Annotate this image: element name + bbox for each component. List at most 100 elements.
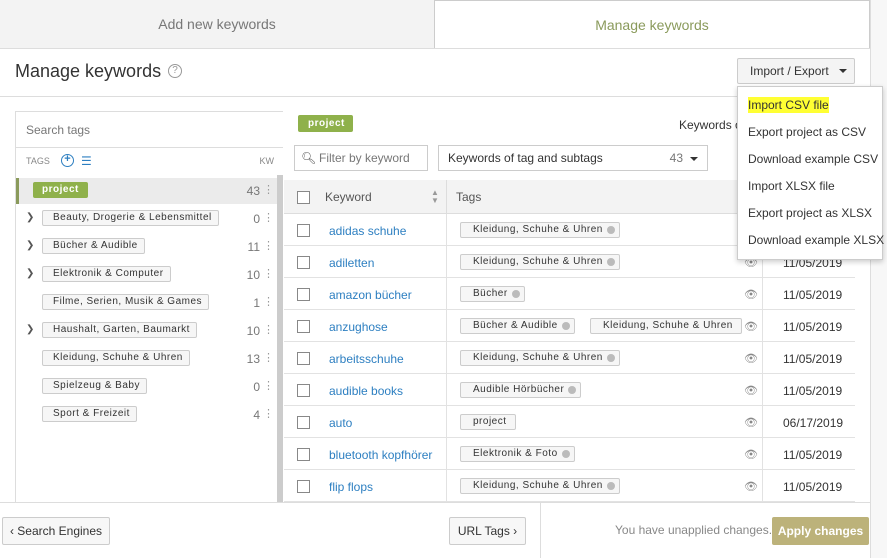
tab-manage-keywords[interactable]: Manage keywords [435, 0, 870, 48]
tab-add-keywords[interactable]: Add new keywords [0, 0, 435, 48]
keyword-link[interactable]: audible books [329, 384, 403, 398]
row-checkbox[interactable] [297, 288, 310, 301]
filter-keyword-input[interactable]: 🔍︎ Filter by keyword [294, 145, 428, 171]
sort-icon[interactable]: ▲ ▼ [431, 189, 439, 205]
eye-icon[interactable]: 👁︎ [744, 352, 758, 365]
keyword-date: 11/05/2019 [783, 480, 843, 494]
menu-item-download-example-xlsx[interactable]: Download example XLSX [738, 227, 884, 254]
menu-item-export-xlsx[interactable]: Export project as XLSX [738, 200, 882, 227]
more-icon[interactable]: ⋮ [263, 239, 274, 252]
sidebar-item-project[interactable]: project 43 ⋮ [16, 178, 283, 204]
row-checkbox[interactable] [297, 416, 310, 429]
more-icon[interactable]: ⋮ [263, 183, 274, 196]
sidebar-item-beauty[interactable]: ❯ Beauty, Drogerie & Lebensmittel 0 ⋮ [16, 206, 283, 232]
remove-tag-icon[interactable] [606, 354, 615, 362]
chevron-right-icon[interactable]: ❯ [26, 268, 34, 279]
remove-tag-icon[interactable] [511, 290, 520, 298]
eye-icon[interactable]: 👁︎ [744, 288, 758, 301]
more-icon[interactable]: ⋮ [263, 351, 274, 364]
sidebar-item-filme[interactable]: Filme, Serien, Musik & Games 1 ⋮ [16, 290, 283, 316]
row-checkbox[interactable] [297, 384, 310, 397]
search-tags-input[interactable]: Search tags [16, 112, 283, 148]
column-divider [762, 374, 763, 406]
table-row: arbeitsschuhe Kleidung, Schuhe & Uhren 👁… [284, 342, 855, 374]
help-icon[interactable]: ? [168, 64, 182, 78]
list-icon[interactable]: ☰ [81, 154, 92, 168]
tag-count: 43 [246, 184, 260, 198]
row-checkbox[interactable] [297, 480, 310, 493]
row-checkbox[interactable] [297, 448, 310, 461]
tag-label: Audible Hörbücher [473, 384, 565, 395]
column-divider [446, 310, 447, 342]
chevron-right-icon[interactable]: ❯ [26, 324, 34, 335]
menu-item-export-csv[interactable]: Export project as CSV [738, 119, 882, 146]
more-icon[interactable]: ⋮ [263, 211, 274, 224]
keyword-tag-chip: Elektronik & Foto [460, 446, 575, 462]
row-checkbox[interactable] [297, 224, 310, 237]
remove-tag-icon[interactable] [606, 226, 615, 234]
remove-tag-icon[interactable] [561, 322, 570, 330]
menu-item-import-csv[interactable]: Import CSV file [738, 92, 882, 119]
keyword-link[interactable]: anzughose [329, 320, 388, 334]
remove-tag-icon[interactable] [606, 258, 615, 266]
sidebar-item-haushalt[interactable]: ❯ Haushalt, Garten, Baumarkt 10 ⋮ [16, 318, 283, 344]
sidebar-item-sport[interactable]: Sport & Freizeit 4 ⋮ [16, 402, 283, 428]
add-tag-icon[interactable]: + [61, 154, 74, 167]
column-divider [446, 470, 447, 502]
sidebar-item-kleidung[interactable]: Kleidung, Schuhe & Uhren 13 ⋮ [16, 346, 283, 372]
more-icon[interactable]: ⋮ [263, 379, 274, 392]
more-icon[interactable]: ⋮ [263, 267, 274, 280]
menu-item-import-xlsx[interactable]: Import XLSX file [738, 173, 882, 200]
tag-label: Bücher [473, 288, 508, 299]
tags-scrollbar[interactable] [277, 175, 283, 503]
row-checkbox[interactable] [297, 320, 310, 333]
keywords-scope-select[interactable]: Keywords of tag and subtags 43 [438, 145, 708, 171]
keyword-link[interactable]: adiletten [329, 256, 374, 270]
sidebar-item-buecher[interactable]: ❯ Bücher & Audible 11 ⋮ [16, 234, 283, 260]
keyword-link[interactable]: adidas schuhe [329, 224, 406, 238]
sidebar-item-elektronik[interactable]: ❯ Elektronik & Computer 10 ⋮ [16, 262, 283, 288]
menu-item-download-example-csv[interactable]: Download example CSV [738, 146, 882, 173]
tag-chip: Beauty, Drogerie & Lebensmittel [42, 210, 219, 226]
more-icon[interactable]: ⋮ [263, 295, 274, 308]
column-header-keyword[interactable]: Keyword [325, 190, 372, 204]
chevron-right-icon[interactable]: ❯ [26, 212, 34, 223]
chevron-right-icon[interactable]: ❯ [26, 240, 34, 251]
column-divider [446, 246, 447, 278]
eye-icon[interactable]: 👁︎ [744, 384, 758, 397]
footer-bar: ‹ Search Engines URL Tags › You have una… [0, 502, 870, 558]
keyword-link[interactable]: bluetooth kopfhörer [329, 448, 432, 462]
keyword-link[interactable]: auto [329, 416, 352, 430]
eye-icon[interactable]: 👁︎ [744, 480, 758, 493]
row-checkbox[interactable] [297, 352, 310, 365]
url-tags-button[interactable]: URL Tags › [449, 517, 526, 545]
sidebar-item-spielzeug[interactable]: Spielzeug & Baby 0 ⋮ [16, 374, 283, 400]
remove-tag-icon[interactable] [568, 386, 577, 394]
tag-count: 4 [253, 408, 260, 422]
tags-panel: Search tags TAGS + ☰ KW project 43 ⋮ ❯ B… [15, 111, 283, 503]
select-all-checkbox[interactable] [297, 191, 310, 204]
keyword-tag-chip: project [460, 414, 516, 430]
keyword-date: 11/05/2019 [783, 448, 843, 462]
import-export-button[interactable]: Import / Export [737, 58, 855, 84]
row-checkbox[interactable] [297, 256, 310, 269]
tag-count: 0 [253, 380, 260, 394]
keyword-link[interactable]: flip flops [329, 480, 373, 494]
column-divider [446, 180, 447, 214]
column-divider [446, 406, 447, 438]
remove-tag-icon[interactable] [561, 450, 570, 458]
eye-icon[interactable]: 👁︎ [744, 320, 758, 333]
page-scrollbar[interactable] [870, 0, 887, 558]
table-row: anzughose Bücher & Audible Kleidung, Sch… [284, 310, 855, 342]
chevron-down-icon [690, 157, 698, 161]
more-icon[interactable]: ⋮ [263, 407, 274, 420]
more-icon[interactable]: ⋮ [263, 323, 274, 336]
eye-icon[interactable]: 👁︎ [744, 448, 758, 461]
eye-icon[interactable]: 👁︎ [744, 416, 758, 429]
remove-tag-icon[interactable] [606, 482, 615, 490]
apply-changes-button[interactable]: Apply changes [772, 517, 869, 545]
keyword-link[interactable]: arbeitsschuhe [329, 352, 404, 366]
tag-chip: Haushalt, Garten, Baumarkt [42, 322, 197, 338]
search-engines-button[interactable]: ‹ Search Engines [2, 517, 110, 545]
keyword-link[interactable]: amazon bücher [329, 288, 412, 302]
